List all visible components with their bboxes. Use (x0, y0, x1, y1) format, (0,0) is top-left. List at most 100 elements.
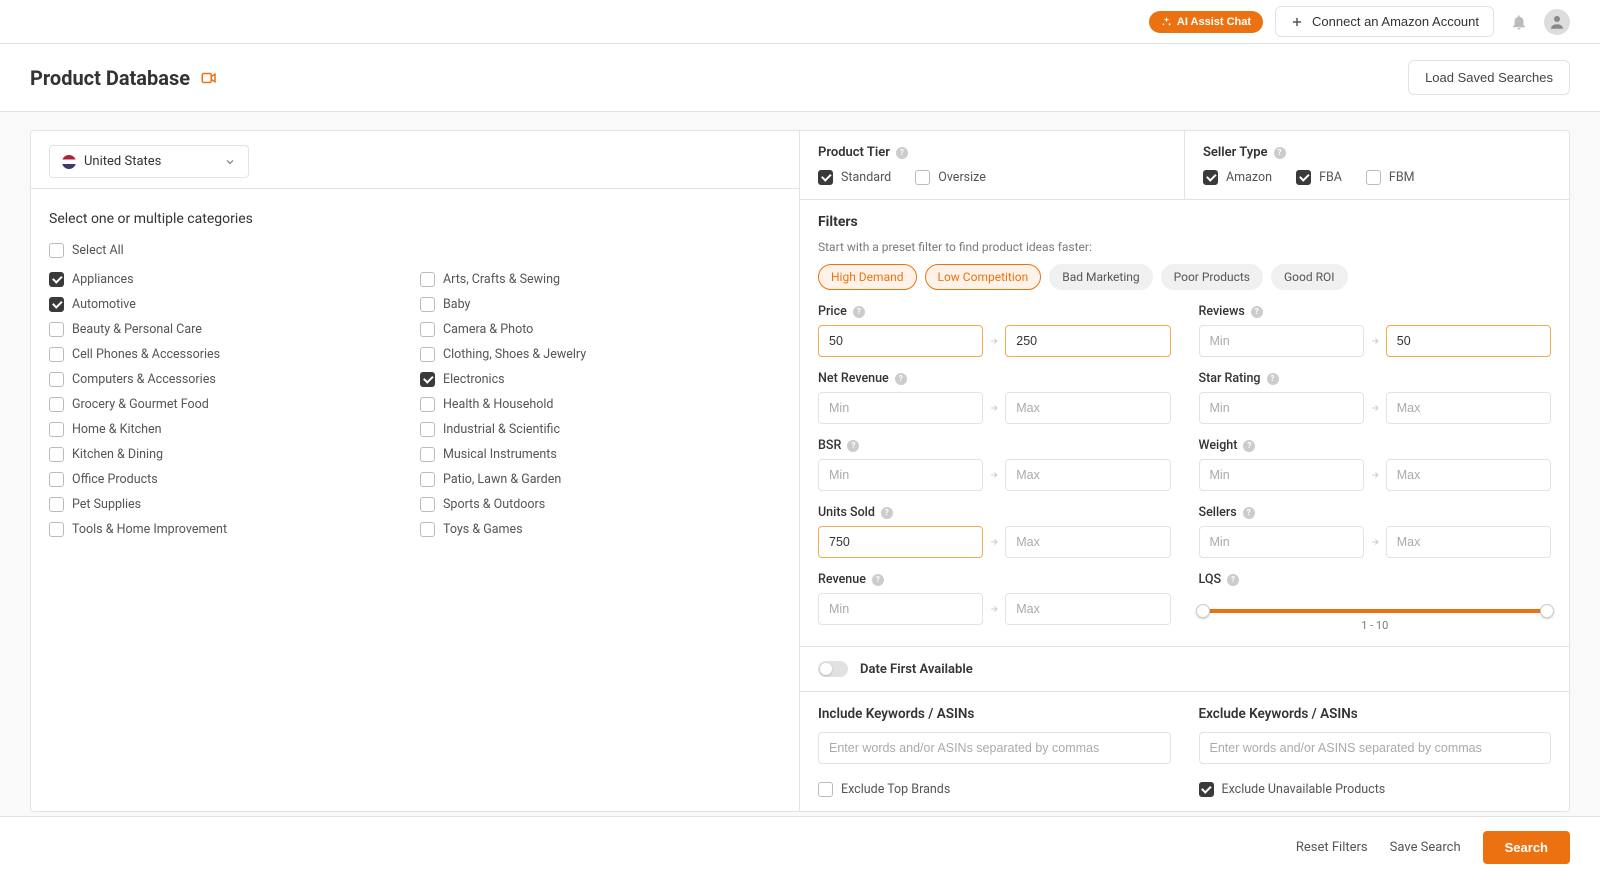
help-icon[interactable]: ? (1274, 147, 1286, 159)
category-checkbox[interactable]: Electronics (420, 372, 781, 387)
slider-thumb-min[interactable] (1196, 604, 1210, 618)
help-icon[interactable]: ? (881, 507, 893, 519)
sparkle-icon (1161, 16, 1172, 27)
category-checkbox[interactable]: Beauty & Personal Care (49, 322, 410, 337)
arrow-right-icon (1370, 470, 1380, 480)
filter-weight-min[interactable] (1199, 459, 1364, 491)
category-checkbox[interactable]: Clothing, Shoes & Jewelry (420, 347, 781, 362)
checkbox-icon (420, 522, 435, 537)
product-tier-checkbox[interactable]: Oversize (915, 170, 986, 185)
category-checkbox[interactable]: Camera & Photo (420, 322, 781, 337)
category-checkbox[interactable]: Arts, Crafts & Sewing (420, 272, 781, 287)
avatar[interactable] (1544, 9, 1570, 35)
seller-type-section: Seller Type ? AmazonFBAFBM (1185, 131, 1569, 200)
category-label: FBM (1389, 170, 1415, 185)
page-header: Product Database Load Saved Searches (0, 44, 1600, 112)
filter-reviews-min[interactable] (1199, 325, 1364, 357)
category-checkbox[interactable]: Kitchen & Dining (49, 447, 410, 462)
right-pane: Product Tier ? StandardOversize Seller T… (800, 131, 1569, 811)
filter-revenue-max[interactable] (1005, 593, 1170, 625)
help-icon[interactable]: ? (853, 306, 865, 318)
filter-units_sold-max[interactable] (1005, 526, 1170, 558)
preset-chip[interactable]: High Demand (818, 264, 917, 290)
checkbox-icon (420, 422, 435, 437)
filter-sellers-min[interactable] (1199, 526, 1364, 558)
filter-price-min[interactable] (818, 325, 983, 357)
reset-filters-button[interactable]: Reset Filters (1296, 840, 1368, 855)
category-checkbox[interactable]: Appliances (49, 272, 410, 287)
exclude-top-brands-checkbox[interactable]: Exclude Top Brands (818, 782, 1171, 797)
filter-sellers-max[interactable] (1386, 526, 1551, 558)
preset-chip[interactable]: Poor Products (1161, 264, 1263, 290)
category-checkbox[interactable]: Health & Household (420, 397, 781, 412)
filter-label: Price (818, 304, 847, 319)
help-icon[interactable]: ? (1243, 507, 1255, 519)
filter-units_sold-min[interactable] (818, 526, 983, 558)
filter-bsr-min[interactable] (818, 459, 983, 491)
help-icon[interactable]: ? (1267, 373, 1279, 385)
help-icon[interactable]: ? (1243, 440, 1255, 452)
category-checkbox[interactable]: Musical Instruments (420, 447, 781, 462)
category-checkbox[interactable]: Baby (420, 297, 781, 312)
filter-net_revenue: Net Revenue? (818, 371, 1171, 424)
filter-star_rating-max[interactable] (1386, 392, 1551, 424)
help-icon[interactable]: ? (1251, 306, 1263, 318)
checkbox-icon (420, 397, 435, 412)
category-label: Tools & Home Improvement (72, 522, 227, 537)
help-icon[interactable]: ? (896, 147, 908, 159)
checkbox-icon (49, 472, 64, 487)
checkbox-icon (49, 297, 64, 312)
category-checkbox[interactable]: Tools & Home Improvement (49, 522, 410, 537)
arrow-right-icon (989, 537, 999, 547)
seller-type-checkbox[interactable]: FBA (1296, 170, 1342, 185)
video-icon[interactable] (200, 69, 218, 87)
checkbox-icon (49, 272, 64, 287)
seller-type-checkbox[interactable]: FBM (1366, 170, 1415, 185)
preset-chip[interactable]: Low Competition (925, 264, 1042, 290)
save-search-button[interactable]: Save Search (1390, 840, 1461, 855)
seller-type-checkbox[interactable]: Amazon (1203, 170, 1272, 185)
connect-amazon-button[interactable]: Connect an Amazon Account (1275, 6, 1494, 37)
category-checkbox[interactable]: Toys & Games (420, 522, 781, 537)
help-icon[interactable]: ? (895, 373, 907, 385)
help-icon[interactable]: ? (1227, 574, 1239, 586)
load-saved-searches-button[interactable]: Load Saved Searches (1408, 60, 1570, 95)
search-button[interactable]: Search (1483, 831, 1570, 864)
filter-card: United States Select one or multiple cat… (30, 130, 1570, 812)
filter-star_rating-min[interactable] (1199, 392, 1364, 424)
filter-weight-max[interactable] (1386, 459, 1551, 491)
help-icon[interactable]: ? (847, 440, 859, 452)
date-first-toggle[interactable] (818, 661, 848, 677)
filter-revenue-min[interactable] (818, 593, 983, 625)
category-label: Industrial & Scientific (443, 422, 560, 437)
country-select[interactable]: United States (49, 145, 249, 178)
preset-chip[interactable]: Good ROI (1271, 264, 1348, 290)
ai-assist-button[interactable]: AI Assist Chat (1149, 11, 1263, 33)
exclude-keywords-input[interactable] (1199, 732, 1552, 764)
category-checkbox[interactable]: Pet Supplies (49, 497, 410, 512)
filter-label: BSR (818, 438, 841, 453)
exclude-unavailable-checkbox[interactable]: Exclude Unavailable Products (1199, 782, 1552, 797)
category-checkbox[interactable]: Computers & Accessories (49, 372, 410, 387)
select-all-checkbox[interactable]: Select All (49, 243, 781, 258)
filter-price-max[interactable] (1005, 325, 1170, 357)
product-tier-checkbox[interactable]: Standard (818, 170, 891, 185)
category-checkbox[interactable]: Patio, Lawn & Garden (420, 472, 781, 487)
preset-chip[interactable]: Bad Marketing (1049, 264, 1152, 290)
category-checkbox[interactable]: Home & Kitchen (49, 422, 410, 437)
filter-net_revenue-max[interactable] (1005, 392, 1170, 424)
slider-thumb-max[interactable] (1540, 604, 1554, 618)
category-checkbox[interactable]: Automotive (49, 297, 410, 312)
filter-bsr-max[interactable] (1005, 459, 1170, 491)
include-keywords-input[interactable] (818, 732, 1171, 764)
notifications-icon[interactable] (1506, 9, 1532, 35)
filter-reviews-max[interactable] (1386, 325, 1551, 357)
help-icon[interactable]: ? (872, 574, 884, 586)
category-checkbox[interactable]: Cell Phones & Accessories (49, 347, 410, 362)
lqs-slider[interactable] (1203, 609, 1548, 613)
category-checkbox[interactable]: Sports & Outdoors (420, 497, 781, 512)
category-checkbox[interactable]: Office Products (49, 472, 410, 487)
filter-net_revenue-min[interactable] (818, 392, 983, 424)
category-checkbox[interactable]: Grocery & Gourmet Food (49, 397, 410, 412)
category-checkbox[interactable]: Industrial & Scientific (420, 422, 781, 437)
